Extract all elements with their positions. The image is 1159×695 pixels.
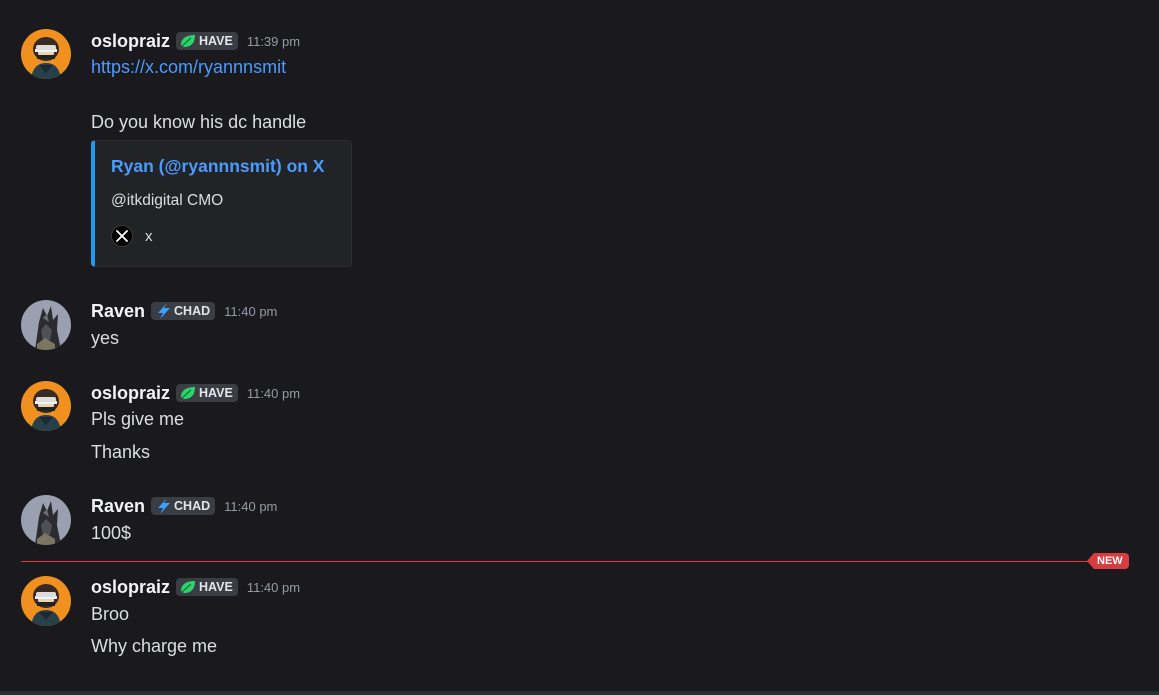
- avatar-image-icon: [21, 300, 71, 350]
- message-text: Thanks: [91, 442, 151, 462]
- message-text: Broo: [91, 604, 130, 624]
- username[interactable]: oslopraiz: [91, 577, 170, 598]
- leaf-icon: [180, 580, 196, 594]
- message-header: oslopraiz HAVE 11:39 pm: [91, 29, 300, 53]
- guild-tag[interactable]: HAVE: [176, 32, 238, 50]
- avatar[interactable]: [21, 495, 71, 545]
- x-logo-icon: [111, 225, 133, 247]
- avatar-image-icon: [21, 29, 71, 79]
- message-line: https://x.com/ryannnsmit: [91, 55, 286, 79]
- guild-tag-label: HAVE: [199, 386, 233, 400]
- username[interactable]: oslopraiz: [91, 383, 170, 404]
- badge-arrow-icon: [1087, 553, 1094, 569]
- message-link[interactable]: https://x.com/ryannnsmit: [91, 57, 286, 77]
- embed-description: @itkdigital CMO: [111, 192, 224, 209]
- guild-tag[interactable]: CHAD: [151, 302, 216, 320]
- guild-tag-label: HAVE: [199, 580, 233, 594]
- avatar[interactable]: [21, 300, 71, 350]
- leaf-icon: [180, 34, 196, 48]
- timestamp[interactable]: 11:40 pm: [247, 386, 300, 401]
- guild-tag-label: HAVE: [199, 34, 233, 48]
- new-messages-badge: NEW: [1087, 553, 1129, 569]
- guild-tag[interactable]: CHAD: [151, 497, 216, 515]
- timestamp[interactable]: 11:40 pm: [224, 499, 277, 514]
- message-header: oslopraiz HAVE 11:40 pm: [91, 575, 300, 599]
- avatar[interactable]: [21, 576, 71, 626]
- username[interactable]: Raven: [91, 301, 145, 322]
- new-badge-label: NEW: [1094, 553, 1129, 569]
- message-text: Do you know his dc handle: [91, 112, 307, 132]
- guild-tag-label: CHAD: [174, 304, 211, 318]
- avatar-image-icon: [21, 576, 71, 626]
- lightning-icon: [158, 498, 171, 514]
- link-embed: Ryan (@ryannnsmit) on X @itkdigital CMO …: [91, 140, 352, 267]
- timestamp[interactable]: 11:40 pm: [247, 580, 300, 595]
- avatar[interactable]: [21, 29, 71, 79]
- guild-tag[interactable]: HAVE: [176, 578, 238, 596]
- embed-title[interactable]: Ryan (@ryannnsmit) on X: [111, 156, 324, 177]
- message-input-edge: [0, 691, 1159, 695]
- timestamp[interactable]: 11:39 pm: [247, 34, 300, 49]
- avatar-image-icon: [21, 381, 71, 431]
- message-header: oslopraiz HAVE 11:40 pm: [91, 381, 300, 405]
- message-header: Raven CHAD 11:40 pm: [91, 494, 277, 518]
- leaf-icon: [180, 386, 196, 400]
- embed-footer-text: x: [145, 227, 153, 245]
- chat-messages: oslopraiz HAVE 11:39 pm https://x.com/ry…: [0, 0, 1159, 695]
- message-text: Why charge me: [91, 636, 218, 656]
- new-messages-divider: [21, 561, 1089, 562]
- avatar[interactable]: [21, 381, 71, 431]
- message-text: Pls give me: [91, 409, 185, 429]
- message-text: yes: [91, 328, 120, 348]
- username[interactable]: Raven: [91, 496, 145, 517]
- message-header: Raven CHAD 11:40 pm: [91, 299, 277, 323]
- lightning-icon: [158, 303, 171, 319]
- timestamp[interactable]: 11:40 pm: [224, 304, 277, 319]
- guild-tag-label: CHAD: [174, 499, 211, 513]
- message-text: 100$: [91, 523, 132, 543]
- username[interactable]: oslopraiz: [91, 31, 170, 52]
- embed-footer: x: [111, 225, 153, 247]
- avatar-image-icon: [21, 495, 71, 545]
- guild-tag[interactable]: HAVE: [176, 384, 238, 402]
